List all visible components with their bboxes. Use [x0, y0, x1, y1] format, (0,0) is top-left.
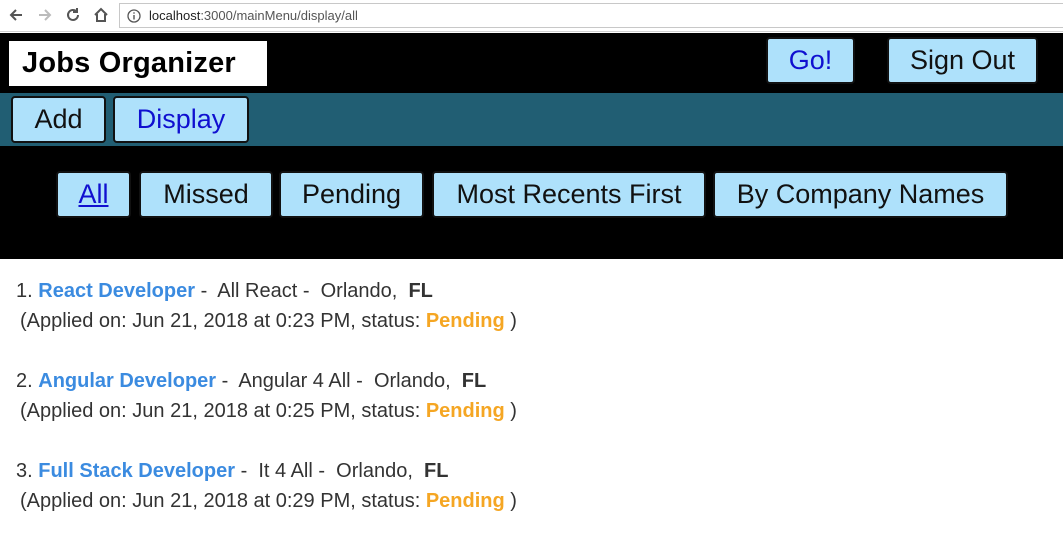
home-icon[interactable]: [90, 4, 112, 26]
job-status: Pending: [425, 400, 505, 422]
info-icon[interactable]: [127, 8, 141, 23]
separator: -: [240, 460, 253, 482]
job-city: Orlando,: [336, 460, 413, 482]
separator: -: [200, 280, 213, 302]
url-path: :3000/mainMenu/display/all: [200, 8, 358, 23]
job-title-link[interactable]: Full Stack Developer: [38, 460, 235, 482]
job-applied-info: (Applied on: Jun 21, 2018 at 0:23 PM, st…: [20, 310, 421, 332]
filter-by-company-button[interactable]: By Company Names: [713, 171, 1008, 218]
job-company: Angular 4 All: [238, 370, 351, 392]
browser-toolbar: localhost:3000/mainMenu/display/all: [0, 0, 1063, 32]
job-company: It 4 All: [258, 460, 313, 482]
job-company: All React: [217, 280, 298, 302]
sign-out-button[interactable]: Sign Out: [887, 37, 1038, 84]
job-title-link[interactable]: Angular Developer: [38, 370, 216, 392]
job-suffix: ): [510, 490, 517, 512]
separator: -: [221, 370, 234, 392]
job-applied-info: (Applied on: Jun 21, 2018 at 0:25 PM, st…: [20, 400, 421, 422]
list-item: 2. Angular Developer - Angular 4 All - O…: [16, 366, 1056, 426]
job-title-link[interactable]: React Developer: [38, 280, 195, 302]
filter-most-recent-button[interactable]: Most Recents First: [432, 171, 706, 218]
job-status: Pending: [425, 490, 505, 512]
job-suffix: ): [510, 310, 517, 332]
job-number: 3.: [16, 460, 33, 482]
job-suffix: ): [510, 400, 517, 422]
list-item: 1. React Developer - All React - Orlando…: [16, 276, 1056, 336]
job-status: Pending: [425, 310, 505, 332]
go-button[interactable]: Go!: [766, 37, 855, 84]
job-city: Orlando,: [320, 280, 398, 302]
forward-arrow-icon[interactable]: [34, 4, 56, 26]
display-filter-bar: All Missed Pending Most Recents First By…: [0, 146, 1063, 259]
separator: -: [302, 280, 316, 302]
logo: Jobs Organizer: [9, 41, 267, 86]
add-button[interactable]: Add: [11, 96, 106, 143]
url-host: localhost: [149, 8, 201, 23]
job-state: FL: [461, 370, 487, 392]
job-state: FL: [408, 280, 433, 302]
logo-text: Jobs Organizer: [22, 47, 236, 79]
job-applied-info: (Applied on: Jun 21, 2018 at 0:29 PM, st…: [20, 490, 421, 512]
filter-missed-button[interactable]: Missed: [139, 171, 273, 218]
url-text: localhost:3000/mainMenu/display/all: [149, 8, 358, 23]
list-item: 3. Full Stack Developer - It 4 All - Orl…: [16, 456, 1056, 516]
display-button[interactable]: Display: [113, 96, 249, 143]
reload-icon[interactable]: [62, 4, 84, 26]
filter-pending-button[interactable]: Pending: [279, 171, 424, 218]
job-number: 2.: [16, 370, 33, 392]
filter-all-button[interactable]: All: [56, 171, 131, 218]
job-list: 1. React Developer - All React - Orlando…: [16, 276, 1056, 546]
job-state: FL: [424, 460, 449, 482]
back-arrow-icon[interactable]: [5, 4, 27, 26]
separator: -: [356, 370, 369, 392]
app-header: Jobs Organizer Go! Sign Out: [0, 33, 1063, 93]
job-number: 1.: [16, 280, 33, 302]
job-city: Orlando,: [373, 370, 451, 392]
separator: -: [318, 460, 331, 482]
main-menu-bar: Add Display: [0, 93, 1063, 146]
address-bar[interactable]: localhost:3000/mainMenu/display/all: [119, 3, 1063, 28]
